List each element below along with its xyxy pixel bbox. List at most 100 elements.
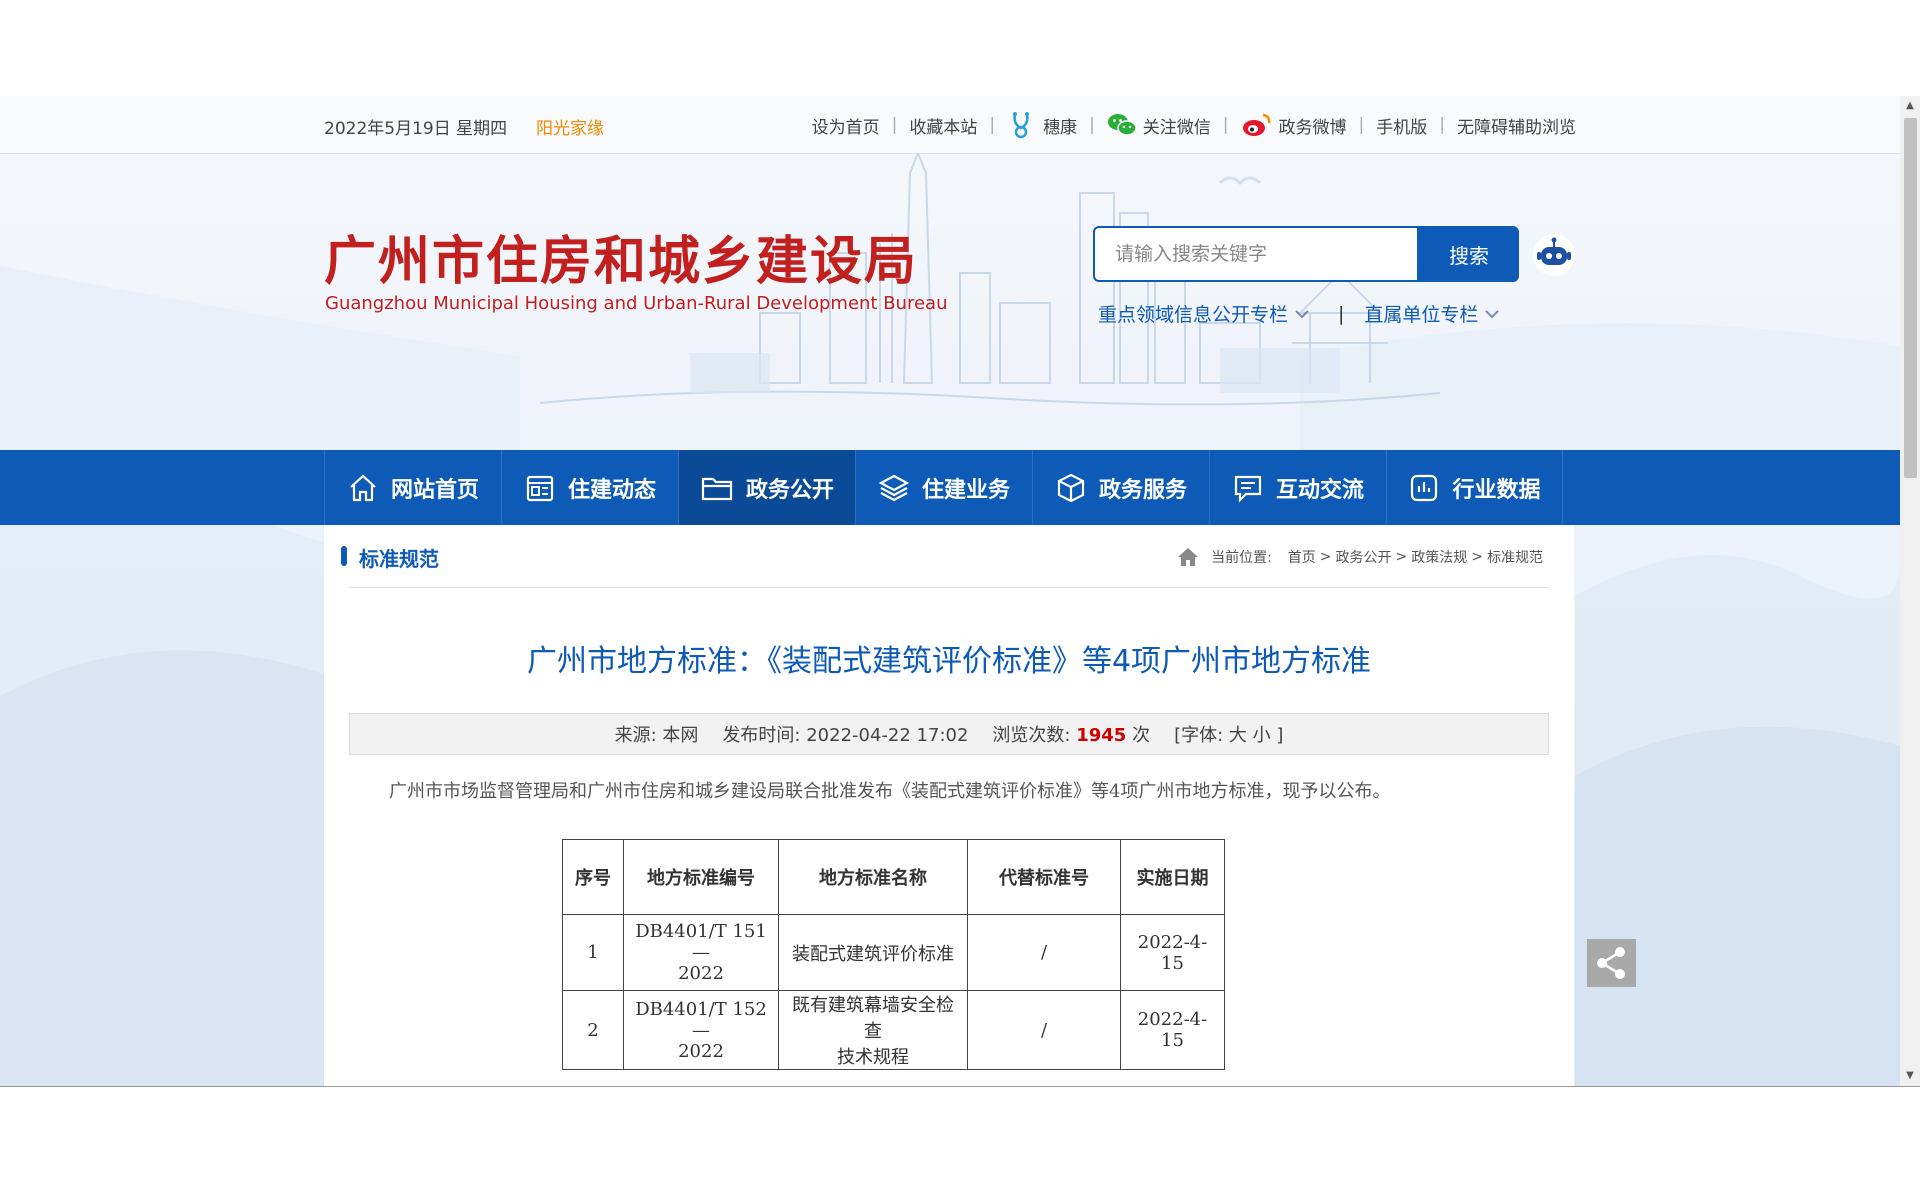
article-intro: 广州市市场监督管理局和广州市住房和城乡建设局联合批准发布《装配式建筑评价标准》等… bbox=[389, 781, 1391, 802]
separator: | bbox=[1089, 115, 1095, 135]
top-bar: 2022年5月19日 星期四 阳光家缘 设为首页 | 收藏本站 | 穗康 | 关… bbox=[0, 96, 1900, 154]
publish-time: 发布时间: 2022-04-22 17:02 bbox=[722, 721, 968, 747]
nav-item-interaction[interactable]: 互动交流 bbox=[1209, 450, 1386, 525]
cell-name-line1: 装配式建筑评价标准 bbox=[792, 943, 954, 965]
nav-label: 住建动态 bbox=[567, 477, 656, 503]
nav-label: 政务服务 bbox=[1098, 477, 1187, 503]
views-label: 浏览次数: bbox=[992, 725, 1071, 746]
standards-table: 序号 地方标准编号 地方标准名称 代替标准号 实施日期 1 DB4401/T 1… bbox=[562, 839, 1225, 1070]
header-replace: 代替标准号 bbox=[967, 839, 1121, 915]
article-meta: 来源: 本网 发布时间: 2022-04-22 17:02 浏览次数: 1945… bbox=[349, 713, 1549, 755]
weibo-link[interactable]: 政务微博 bbox=[1241, 112, 1347, 138]
weibo-icon bbox=[1242, 113, 1270, 136]
nav-item-services[interactable]: 政务服务 bbox=[1032, 450, 1209, 525]
breadcrumb: 当前位置: 首页 > 政务公开 > 政策法规 > 标准规范 bbox=[1177, 547, 1543, 567]
breadcrumb-gov-affairs[interactable]: 政务公开 bbox=[1336, 547, 1392, 567]
news-icon bbox=[526, 475, 554, 501]
cell-name: 装配式建筑评价标准 bbox=[778, 914, 968, 991]
cell-code-line2: 2022 bbox=[678, 1040, 724, 1062]
breadcrumb-standards[interactable]: 标准规范 bbox=[1487, 547, 1543, 567]
breadcrumb-policies[interactable]: 政策法规 bbox=[1411, 547, 1467, 567]
site-logo-title[interactable]: 广州市住房和城乡建设局 bbox=[324, 219, 918, 294]
sublink-separator: | bbox=[1338, 302, 1345, 325]
set-homepage-link[interactable]: 设为首页 bbox=[812, 113, 880, 138]
section-title: 标准规范 bbox=[341, 543, 439, 572]
search-button[interactable]: 搜索 bbox=[1419, 226, 1519, 282]
home-icon bbox=[1178, 548, 1199, 566]
table-header-row: 序号 地方标准编号 地方标准名称 代替标准号 实施日期 bbox=[562, 839, 1225, 915]
mobile-version-link[interactable]: 手机版 bbox=[1376, 113, 1427, 138]
header-name: 地方标准名称 bbox=[778, 839, 968, 915]
scroll-up-arrow[interactable]: ▲ bbox=[1900, 96, 1920, 116]
font-small-button[interactable]: 小 bbox=[1253, 725, 1271, 746]
views-unit: 次 bbox=[1132, 725, 1151, 746]
font-large-button[interactable]: 大 bbox=[1229, 725, 1247, 746]
font-size-control: [字体: 大 小 ] bbox=[1174, 721, 1283, 747]
separator: | bbox=[1222, 115, 1229, 135]
cell-no: 1 bbox=[562, 914, 624, 991]
header-no: 序号 bbox=[562, 839, 624, 915]
breadcrumb-label: 当前位置: bbox=[1211, 550, 1272, 566]
weibo-label: 政务微博 bbox=[1278, 117, 1347, 138]
view-count: 浏览次数: 1945 次 bbox=[992, 721, 1150, 747]
wechat-icon bbox=[1107, 114, 1137, 136]
vertical-scrollbar[interactable]: ▲ ▼ bbox=[1900, 96, 1920, 1086]
nav-item-home[interactable]: 网站首页 bbox=[324, 450, 501, 525]
nav-label: 政务公开 bbox=[745, 477, 834, 503]
nav-item-gov-affairs[interactable]: 政务公开 bbox=[678, 450, 855, 525]
cell-replace: / bbox=[967, 990, 1121, 1070]
source-label: 来源: bbox=[614, 725, 657, 746]
views-value: 1945 bbox=[1076, 725, 1127, 746]
share-button[interactable] bbox=[1587, 939, 1636, 987]
nav-label: 行业数据 bbox=[1452, 477, 1541, 503]
cell-replace: / bbox=[967, 914, 1121, 991]
time-label: 发布时间: bbox=[722, 725, 801, 746]
header-code: 地方标准编号 bbox=[623, 839, 779, 915]
breadcrumb-separator: > bbox=[1471, 549, 1483, 565]
search-input[interactable] bbox=[1113, 228, 1417, 280]
time-value: 2022-04-22 17:02 bbox=[806, 725, 969, 746]
chevron-down-icon bbox=[1485, 309, 1500, 318]
affiliated-units-dropdown[interactable]: 直属单位专栏 bbox=[1364, 300, 1500, 327]
layers-icon bbox=[878, 474, 910, 501]
nav-item-data[interactable]: 行业数据 bbox=[1386, 450, 1563, 525]
set-homepage-label: 设为首页 bbox=[811, 117, 880, 138]
chevron-down-icon bbox=[1295, 309, 1309, 318]
key-areas-label: 重点领域信息公开专栏 bbox=[1098, 304, 1289, 326]
mobile-version-label: 手机版 bbox=[1376, 117, 1428, 138]
nav-label: 网站首页 bbox=[390, 477, 479, 503]
article-content: 标准规范 当前位置: 首页 > 政务公开 > 政策法规 > 标准规范 广州市地方… bbox=[324, 525, 1574, 1086]
accessibility-link[interactable]: 无障碍辅助浏览 bbox=[1457, 113, 1576, 138]
source-value: 本网 bbox=[662, 725, 699, 746]
font-close-bracket: ] bbox=[1276, 725, 1284, 746]
current-date: 2022年5月19日 星期四 bbox=[324, 119, 508, 139]
wechat-link[interactable]: 关注微信 bbox=[1107, 112, 1211, 138]
bookmark-label: 收藏本站 bbox=[909, 117, 978, 138]
key-areas-dropdown[interactable]: 重点领域信息公开专栏 bbox=[1098, 300, 1310, 327]
separator: | bbox=[989, 115, 996, 135]
robot-icon[interactable] bbox=[1532, 233, 1576, 277]
sunshine-link[interactable]: 阳光家缘 bbox=[536, 114, 604, 139]
cell-code: DB4401/T 152— 2022 bbox=[623, 990, 779, 1070]
nav-item-construction[interactable]: 住建业务 bbox=[855, 450, 1032, 525]
affiliated-units-label: 直属单位专栏 bbox=[1364, 304, 1479, 326]
article-title: 广州市地方标准：《装配式建筑评价标准》等4项广州市地方标准 bbox=[526, 644, 1372, 679]
main-nav-inner: 网站首页 住建动态 政务公开 住建业务 政务服务 互动交流 行业数据 bbox=[324, 450, 1563, 525]
header-date: 实施日期 bbox=[1120, 839, 1225, 915]
nav-label: 住建业务 bbox=[921, 477, 1010, 503]
suikang-link[interactable]: 穗康 bbox=[1007, 110, 1077, 140]
scroll-thumb[interactable] bbox=[1904, 118, 1917, 478]
folder-icon bbox=[701, 477, 733, 500]
bookmark-link[interactable]: 收藏本站 bbox=[909, 113, 977, 138]
suikang-icon bbox=[1013, 112, 1030, 139]
browser-viewport: 2022年5月19日 星期四 阳光家缘 设为首页 | 收藏本站 | 穗康 | 关… bbox=[0, 96, 1920, 1087]
nav-item-news[interactable]: 住建动态 bbox=[501, 450, 678, 525]
cell-name: 既有建筑幕墙安全检查 技术规程 bbox=[778, 990, 968, 1070]
breadcrumb-home[interactable]: 首页 bbox=[1288, 547, 1316, 567]
cell-name-line1: 既有建筑幕墙安全检查 bbox=[792, 995, 954, 1042]
scroll-down-arrow[interactable]: ▼ bbox=[1900, 1066, 1920, 1086]
search-box bbox=[1093, 226, 1419, 282]
top-links: 设为首页 | 收藏本站 | 穗康 | 关注微信 | 政务微博 | 手机版 | 无… bbox=[812, 110, 1576, 140]
font-label: [字体: bbox=[1174, 725, 1224, 746]
bar-chart-icon bbox=[1411, 474, 1438, 501]
